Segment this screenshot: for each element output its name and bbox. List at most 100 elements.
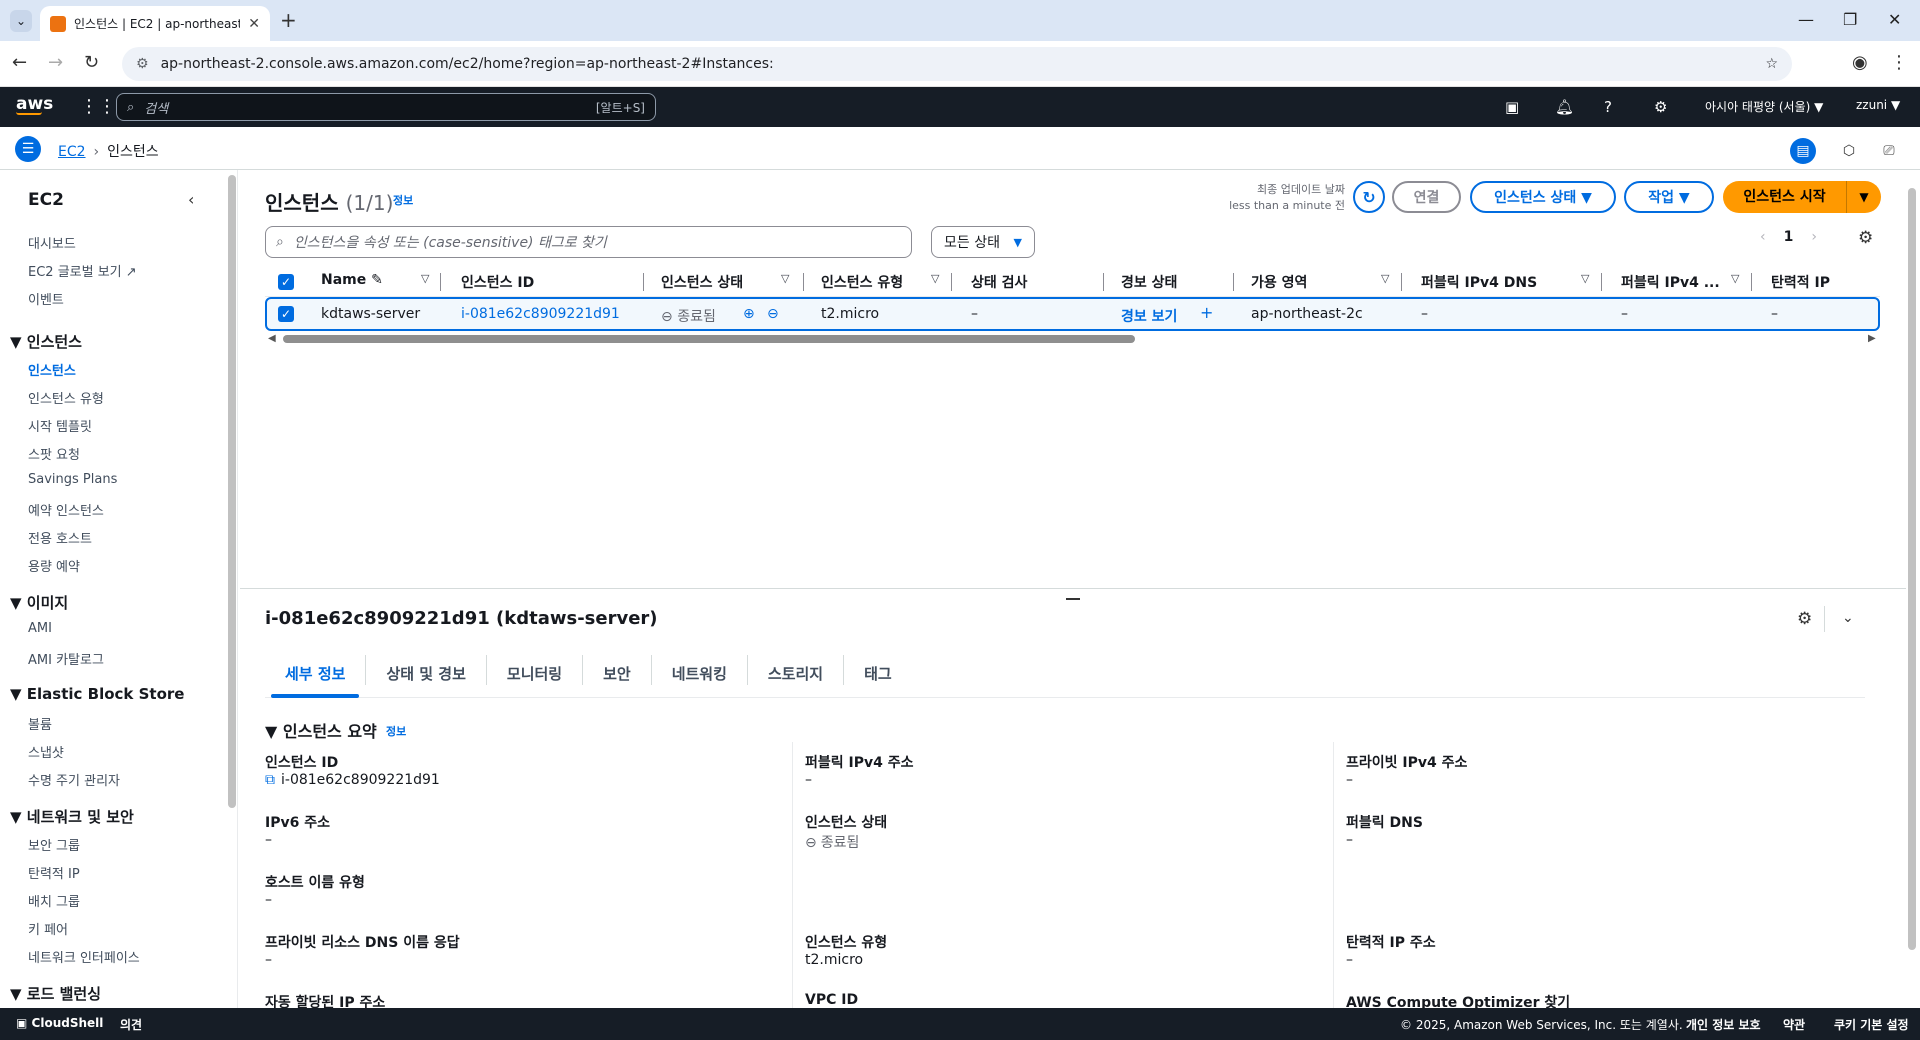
summary-info-link[interactable]: 정보 (386, 723, 406, 739)
column-header[interactable]: 탄력적 IP (1771, 272, 1830, 292)
prev-page-icon[interactable]: ‹ (1760, 229, 1766, 245)
detail-preferences-gear-icon[interactable]: ⚙ (1797, 609, 1812, 629)
tab-detail[interactable]: 태그 (844, 655, 912, 685)
sidebar-item[interactable]: 인스턴스 (28, 360, 76, 379)
refresh-button[interactable]: ↻ (1353, 181, 1385, 213)
tab-detail[interactable]: 보안 (583, 655, 652, 685)
feedback-panel-icon[interactable]: ⎚ (1876, 138, 1902, 164)
column-resizer[interactable] (1233, 273, 1234, 291)
column-header[interactable]: 경보 상태 (1121, 272, 1177, 292)
settings-gear-icon[interactable]: ⚙ (1654, 98, 1667, 116)
tab-detail[interactable]: 네트워킹 (652, 655, 748, 685)
sort-caret-icon[interactable]: ▽ (421, 272, 429, 285)
tab-detail[interactable]: 스토리지 (748, 655, 845, 685)
next-page-icon[interactable]: › (1811, 229, 1817, 245)
column-header[interactable]: 가용 영역 (1251, 272, 1307, 292)
info-link[interactable]: 정보 (393, 192, 413, 208)
current-page[interactable]: 1 (1784, 229, 1794, 245)
connect-button[interactable]: 연결 (1392, 181, 1461, 213)
sort-caret-icon[interactable]: ▽ (1581, 272, 1589, 285)
address-bar[interactable]: ⚙ ap-northeast-2.console.aws.amazon.com/… (122, 47, 1792, 81)
scroll-right-icon[interactable]: ▶ (1868, 333, 1876, 344)
browser-menu-icon[interactable]: ⋮ (1890, 52, 1908, 73)
back-button[interactable]: ← (12, 52, 27, 73)
sidebar-item[interactable]: 볼륨 (28, 714, 52, 733)
hamburger-menu-icon[interactable]: ☰ (15, 136, 41, 162)
sidebar-item[interactable]: 시작 템플릿 (28, 416, 92, 435)
region-selector[interactable]: 아시아 태평양 (서울) ▼ (1705, 98, 1823, 115)
tab-detail[interactable]: 세부 정보 (265, 655, 367, 698)
sidebar-item[interactable]: 네트워크 인터페이스 (28, 947, 140, 966)
sidebar-item[interactable]: 전용 호스트 (28, 528, 92, 547)
column-header[interactable]: 인스턴스 유형 (821, 272, 903, 292)
aws-logo[interactable]: aws (16, 94, 53, 115)
cloudshell-link[interactable]: ▣ CloudShell (16, 1016, 103, 1030)
sidebar-item[interactable]: 예약 인스턴스 (28, 500, 104, 519)
actions-button[interactable]: 작업 ▼ (1624, 181, 1714, 213)
sort-caret-icon[interactable]: ▽ (1731, 272, 1739, 285)
instance-state-button[interactable]: 인스턴스 상태 ▼ (1470, 181, 1616, 213)
cloudshell-icon[interactable]: ▣ (1505, 98, 1519, 116)
column-resizer[interactable] (1103, 273, 1104, 291)
copy-icon[interactable]: ⧉ (265, 772, 275, 788)
sidebar-collapse-icon[interactable]: ‹ (188, 190, 194, 209)
sidebar-item[interactable]: EC2 글로벌 보기 ↗ (28, 261, 137, 280)
site-info-icon[interactable]: ⚙ (136, 56, 149, 72)
sort-caret-icon[interactable]: ▽ (931, 272, 939, 285)
sidebar-item[interactable]: 키 페어 (28, 919, 68, 938)
aws-search-input[interactable]: ⌕ 검색 [알트+S] (116, 93, 656, 121)
breadcrumb-ec2-link[interactable]: EC2 (58, 144, 86, 160)
terms-link[interactable]: 약관 (1783, 1016, 1805, 1033)
new-tab-button[interactable]: + (280, 8, 297, 32)
privacy-link[interactable]: 개인 정보 보호 (1686, 1016, 1761, 1033)
column-resizer[interactable] (803, 273, 804, 291)
minimize-button[interactable]: — (1798, 10, 1814, 29)
sidebar-item[interactable]: 용량 예약 (28, 556, 80, 575)
sidebar-item[interactable]: 수명 주기 관리자 (28, 770, 120, 789)
sidebar-item[interactable]: 탄력적 IP (28, 863, 80, 882)
collapse-chevron-icon[interactable]: ⌄ (1842, 610, 1854, 626)
tab-detail[interactable]: 모니터링 (487, 655, 584, 685)
sidebar-item[interactable]: 대시보드 (28, 233, 76, 252)
feedback-link[interactable]: 의견 (120, 1016, 142, 1033)
launch-instances-label[interactable]: 인스턴스 시작 (1723, 181, 1847, 213)
column-header[interactable]: 상태 검사 (971, 272, 1027, 292)
table-horizontal-scrollbar[interactable] (283, 335, 1135, 343)
sidebar-item[interactable]: 배치 그룹 (28, 891, 80, 910)
close-window-button[interactable]: ✕ (1888, 10, 1901, 29)
help-icon[interactable]: ? (1604, 98, 1612, 116)
zoom-in-icon[interactable]: ⊕ (743, 306, 755, 322)
main-scrollbar[interactable] (1908, 188, 1916, 950)
sidebar-scrollbar[interactable] (228, 175, 236, 808)
column-resizer[interactable] (440, 273, 441, 291)
column-header[interactable]: 인스턴스 상태 (661, 272, 743, 292)
sidebar-section-header[interactable]: ▼ 이미지 (10, 592, 68, 613)
split-panel-handle[interactable] (1066, 598, 1080, 600)
add-alarm-icon[interactable]: + (1200, 303, 1213, 322)
zoom-out-icon[interactable]: ⊖ (767, 306, 779, 322)
browser-tab[interactable]: 인스턴스 | EC2 | ap-northeast- ✕ (40, 6, 270, 41)
column-resizer[interactable] (1601, 273, 1602, 291)
sidebar-item[interactable]: 스냅샷 (28, 742, 64, 761)
sidebar-item[interactable]: 인스턴스 유형 (28, 388, 104, 407)
scroll-left-icon[interactable]: ◀ (268, 333, 276, 344)
sidebar-section-header[interactable]: ▼ 인스턴스 (10, 331, 82, 352)
cell-instance-id-link[interactable]: i-081e62c8909221d91 (461, 306, 620, 322)
sidebar-item[interactable]: AMI (28, 621, 52, 636)
sidebar-item[interactable]: Savings Plans (28, 472, 117, 487)
notifications-bell-icon[interactable]: 🔔︎ (1555, 98, 1574, 116)
forward-button[interactable]: → (48, 52, 63, 73)
bookmark-star-icon[interactable]: ☆ (1765, 56, 1778, 72)
column-resizer[interactable] (951, 273, 952, 291)
sidebar-item[interactable]: 스팟 요청 (28, 444, 80, 463)
instance-filter-input[interactable]: ⌕ 인스턴스을 속성 또는 (case-sensitive) 태그로 찾기 (265, 226, 912, 258)
tab-detail[interactable]: 상태 및 경보 (366, 655, 487, 685)
sidebar-item[interactable]: 보안 그룹 (28, 835, 80, 854)
view-alarms-link[interactable]: 경보 보기 (1121, 306, 1177, 326)
profile-icon[interactable]: ◉ (1852, 52, 1868, 73)
tab-search-button[interactable]: ⌄ (10, 10, 32, 32)
launch-instances-button[interactable]: 인스턴스 시작 ▼ (1723, 181, 1881, 213)
row-checkbox[interactable]: ✓ (278, 306, 294, 322)
sidebar-item[interactable]: 이벤트 (28, 289, 64, 308)
column-header[interactable]: 인스턴스 ID (461, 272, 534, 292)
